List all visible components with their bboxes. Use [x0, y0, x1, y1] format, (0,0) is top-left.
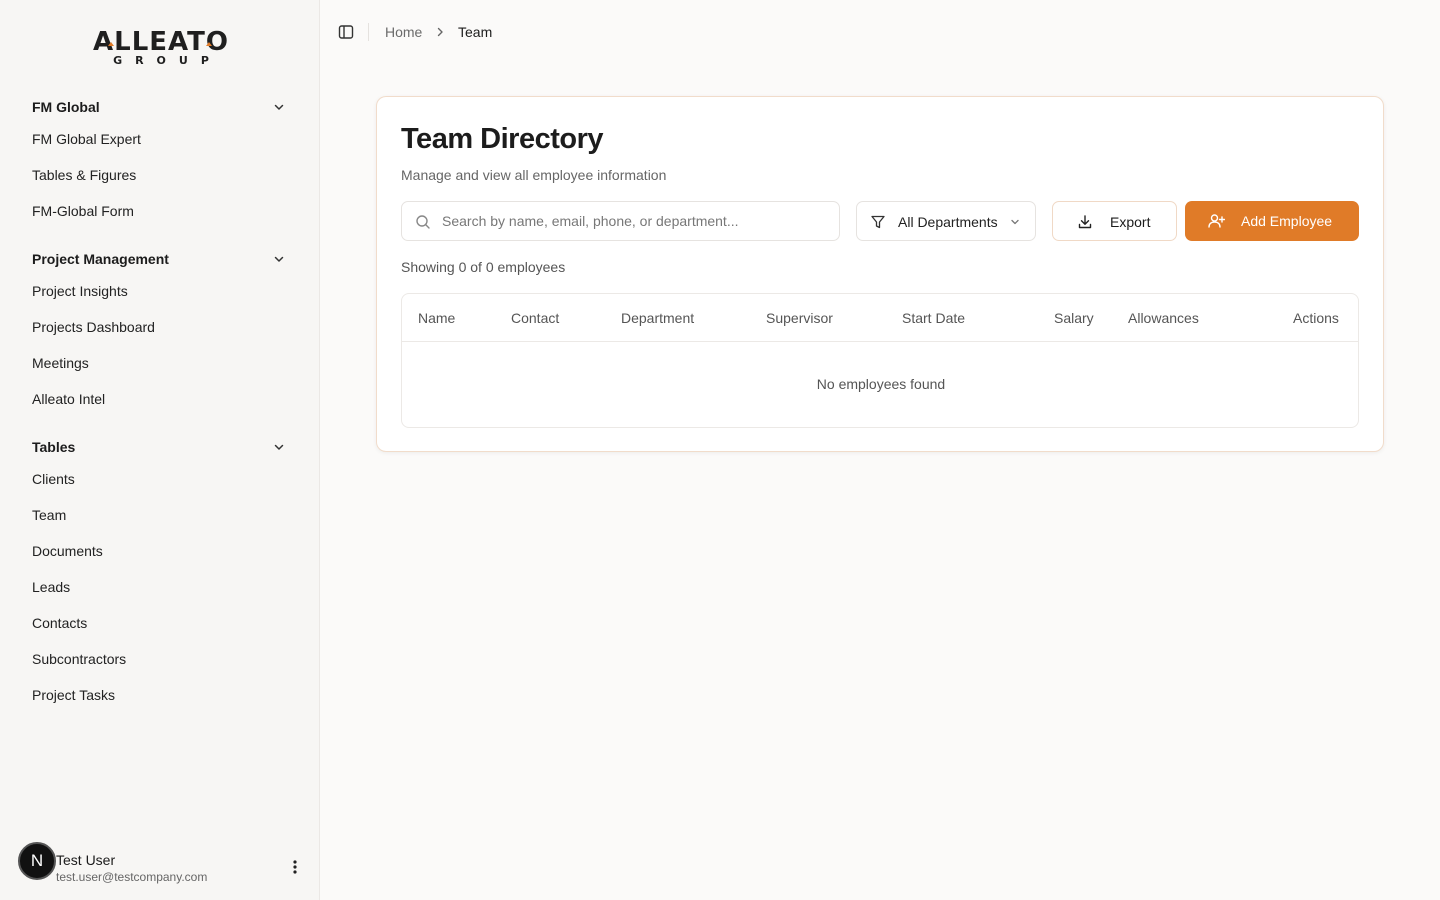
sidebar-item-project-tasks[interactable]: Project Tasks [32, 687, 115, 703]
sidebar-item-tables-figures[interactable]: Tables & Figures [32, 167, 136, 183]
department-filter-value: All Departments [898, 214, 998, 230]
sidebar-item-clients[interactable]: Clients [32, 471, 75, 487]
filter-icon [871, 215, 885, 229]
avatar[interactable]: N [18, 842, 56, 880]
column-header-salary[interactable]: Salary [1054, 310, 1094, 326]
logo-subtitle: GROUP [113, 54, 222, 67]
sidebar-item-fm-global-expert[interactable]: FM Global Expert [32, 131, 141, 147]
column-header-start-date[interactable]: Start Date [902, 310, 965, 326]
user-plus-icon [1208, 214, 1225, 228]
toolbar-divider [368, 23, 369, 41]
chevron-down-icon[interactable] [272, 100, 286, 114]
column-header-department[interactable]: Department [621, 310, 694, 326]
sidebar-item-alleato-intel[interactable]: Alleato Intel [32, 391, 105, 407]
sidebar: ALLEATO GROUP FM Global FM Global Expert… [0, 0, 320, 900]
search-input[interactable] [442, 202, 832, 240]
breadcrumb-home[interactable]: Home [385, 24, 422, 40]
chevron-down-icon [1011, 219, 1019, 225]
search-icon [416, 215, 430, 229]
column-header-allowances[interactable]: Allowances [1128, 310, 1199, 326]
results-count: Showing 0 of 0 employees [401, 259, 566, 275]
chevron-right-icon [437, 27, 443, 37]
column-header-supervisor[interactable]: Supervisor [766, 310, 833, 326]
sidebar-toggle-icon[interactable] [338, 24, 354, 40]
column-header-contact[interactable]: Contact [511, 310, 559, 326]
employee-table: Name Contact Department Supervisor Start… [401, 293, 1359, 428]
export-label: Export [1110, 214, 1151, 230]
sidebar-item-documents[interactable]: Documents [32, 543, 103, 559]
add-employee-label: Add Employee [1241, 213, 1333, 229]
logo-wordmark: ALLEATO [93, 27, 229, 57]
team-directory-card: Team Directory Manage and view all emplo… [376, 96, 1384, 452]
sidebar-item-contacts[interactable]: Contacts [32, 615, 87, 631]
sidebar-item-leads[interactable]: Leads [32, 579, 70, 595]
brand-logo[interactable]: ALLEATO GROUP [80, 27, 242, 70]
add-employee-button[interactable]: Add Employee [1185, 201, 1359, 241]
page-title: Team Directory [401, 123, 604, 155]
user-email: test.user@testcompany.com [56, 870, 208, 884]
user-name: Test User [56, 852, 116, 868]
chevron-down-icon[interactable] [272, 440, 286, 454]
more-vertical-icon[interactable] [288, 859, 302, 875]
sidebar-item-projects-dashboard[interactable]: Projects Dashboard [32, 319, 155, 335]
breadcrumb-current: Team [458, 24, 493, 40]
empty-state-message: No employees found [816, 376, 946, 392]
download-icon [1078, 215, 1092, 229]
column-header-actions: Actions [1293, 310, 1339, 326]
export-button[interactable]: Export [1052, 201, 1177, 241]
sidebar-item-subcontractors[interactable]: Subcontractors [32, 651, 126, 667]
chevron-down-icon[interactable] [272, 252, 286, 266]
search-box[interactable] [401, 201, 840, 241]
sidebar-item-meetings[interactable]: Meetings [32, 355, 89, 371]
nav-group-project-management[interactable]: Project Management [32, 251, 169, 267]
sidebar-item-fm-global-form[interactable]: FM-Global Form [32, 203, 134, 219]
sidebar-item-project-insights[interactable]: Project Insights [32, 283, 128, 299]
table-header: Name Contact Department Supervisor Start… [402, 294, 1358, 342]
user-profile[interactable]: N Test User test.user@testcompany.com [18, 842, 308, 886]
department-filter[interactable]: All Departments [856, 201, 1036, 241]
page-subtitle: Manage and view all employee information [401, 167, 667, 183]
nav-group-fm-global[interactable]: FM Global [32, 99, 100, 115]
column-header-name[interactable]: Name [418, 310, 455, 326]
sidebar-item-team[interactable]: Team [32, 507, 66, 523]
nav-group-tables[interactable]: Tables [32, 439, 75, 455]
